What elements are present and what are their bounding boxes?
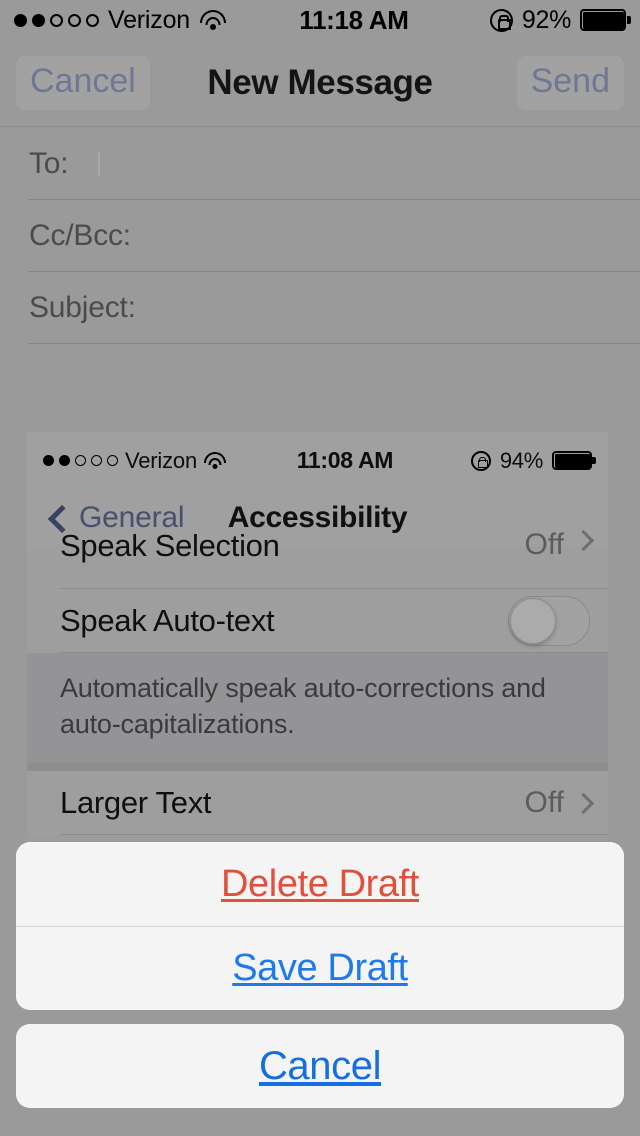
action-sheet: Delete Draft Save Draft Cancel	[16, 842, 624, 1108]
signal-strength-dots	[14, 13, 99, 27]
chevron-right-icon	[576, 528, 590, 552]
status-bar-right: 92%	[489, 5, 631, 35]
attachment-battery-full-icon	[552, 451, 596, 470]
rotation-lock-icon	[489, 8, 513, 32]
toggle-knob	[510, 598, 556, 644]
settings-row-label: Speak Selection	[60, 528, 280, 563]
settings-row-label: Larger Text	[60, 784, 212, 820]
settings-row-label: Speak Auto-text	[60, 603, 275, 638]
accessibility-settings-list: Speak Selection Off Speak Auto-text Auto…	[27, 528, 608, 835]
action-sheet-cancel-label: Cancel	[258, 1043, 382, 1088]
delete-draft-label: Delete Draft	[221, 862, 419, 905]
cc-bcc-field[interactable]: Cc/Bcc:	[0, 200, 640, 272]
subject-field-label: Subject:	[29, 291, 136, 324]
settings-row-speak-auto-text[interactable]: Speak Auto-text	[27, 589, 608, 653]
settings-row-value: Off	[524, 785, 564, 819]
signal-dot-3	[50, 13, 63, 27]
signal-dot-4	[68, 13, 81, 27]
compose-fields: To: Cc/Bcc: Subject:	[0, 128, 640, 344]
signal-dot-5	[86, 13, 99, 27]
settings-row-value: Off	[524, 528, 564, 561]
attachment-signal-strength-dots	[43, 455, 118, 466]
attachment-battery-percent-label: 94%	[499, 447, 543, 473]
settings-row-larger-text[interactable]: Larger Text Off	[27, 770, 608, 835]
navigation-bar: Cancel New Message Send	[0, 40, 640, 127]
signal-dot-1	[14, 13, 27, 27]
chevron-right-icon	[576, 791, 590, 815]
to-field[interactable]: To:	[0, 128, 640, 200]
text-caret	[98, 152, 101, 176]
action-sheet-primary-group: Delete Draft Save Draft	[16, 842, 624, 1010]
status-bar: Verizon 11:18 AM 92%	[0, 0, 640, 40]
attachment-rotation-lock-icon	[470, 450, 491, 471]
delete-draft-button[interactable]: Delete Draft	[16, 842, 624, 926]
section-divider	[27, 762, 608, 771]
save-draft-label: Save Draft	[232, 947, 408, 989]
attachment-carrier-label: Verizon	[125, 447, 197, 473]
cc-bcc-field-label: Cc/Bcc:	[29, 219, 131, 252]
action-sheet-cancel-group: Cancel	[16, 1024, 624, 1108]
attachment-status-bar-left: Verizon	[43, 448, 227, 474]
carrier-label: Verizon	[108, 5, 190, 34]
cancel-button[interactable]: Cancel	[16, 56, 150, 110]
battery-percent-label: 92%	[521, 5, 571, 34]
settings-footer-note: Automatically speak auto-corrections and…	[27, 653, 608, 763]
subject-field[interactable]: Subject:	[0, 272, 640, 344]
screenshot-attachment[interactable]: Verizon 11:08 AM 94% General Accessibili…	[27, 432, 608, 852]
action-sheet-cancel-button[interactable]: Cancel	[16, 1024, 624, 1108]
wifi-icon	[199, 10, 226, 30]
chevron-left-icon[interactable]	[47, 508, 67, 528]
attachment-status-bar-right: 94%	[470, 447, 596, 474]
attachment-wifi-icon	[204, 452, 227, 469]
attachment-clock: 11:08 AM	[296, 447, 394, 473]
status-bar-left: Verizon	[14, 6, 226, 35]
signal-dot-2	[32, 13, 45, 27]
save-draft-button[interactable]: Save Draft	[16, 926, 624, 1010]
to-field-label: To:	[29, 147, 69, 180]
attachment-status-bar: Verizon 11:08 AM 94%	[27, 432, 608, 489]
settings-row-speak-selection[interactable]: Speak Selection Off	[27, 528, 608, 589]
status-bar-clock: 11:18 AM	[299, 4, 409, 35]
send-button[interactable]: Send	[516, 56, 624, 110]
speak-auto-text-toggle[interactable]	[508, 596, 590, 646]
battery-full-icon	[580, 9, 631, 31]
